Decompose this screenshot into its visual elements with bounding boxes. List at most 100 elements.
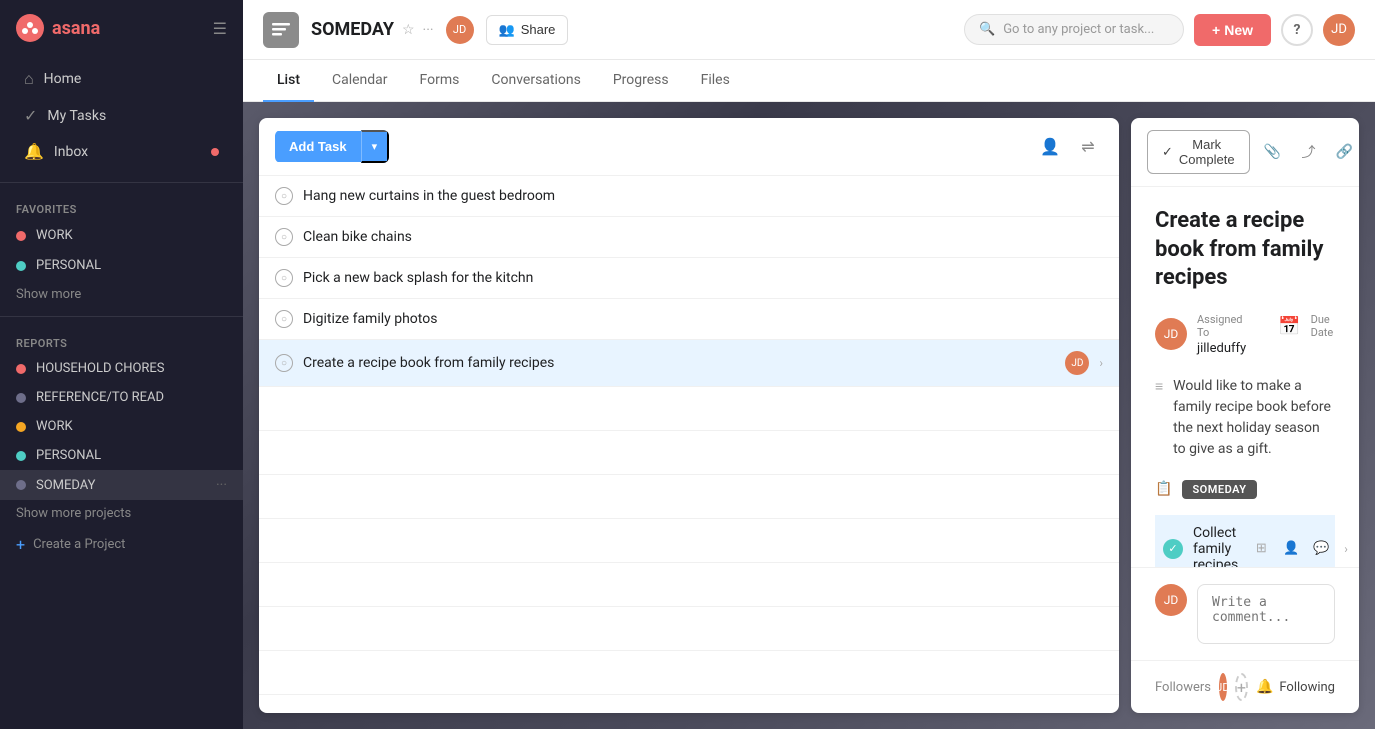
sidebar-inbox-label: Inbox bbox=[54, 144, 88, 160]
due-date-meta: 📅 Due Date bbox=[1278, 313, 1335, 341]
topbar-right: 🔍 Go to any project or task... + New ? J… bbox=[964, 14, 1355, 46]
sidebar-item-home[interactable]: ⌂ Home bbox=[8, 61, 235, 97]
create-project-plus-icon: + bbox=[16, 535, 25, 554]
asana-logo[interactable]: asana bbox=[16, 14, 100, 42]
task-expand-icon-5[interactable]: › bbox=[1099, 356, 1103, 370]
show-more-projects-link[interactable]: Show more projects bbox=[0, 500, 243, 527]
task-row-2[interactable]: ○ Clean bike chains bbox=[259, 217, 1119, 258]
user-avatar[interactable]: JD bbox=[1323, 14, 1355, 46]
add-task-main-button[interactable]: Add Task bbox=[275, 131, 361, 162]
task-row-3[interactable]: ○ Pick a new back splash for the kitchn bbox=[259, 258, 1119, 299]
search-bar[interactable]: 🔍 Go to any project or task... bbox=[964, 14, 1184, 45]
sidebar-header: asana ☰ bbox=[0, 0, 243, 56]
tab-list[interactable]: List bbox=[263, 60, 314, 102]
add-follower-button[interactable]: + bbox=[1235, 673, 1248, 701]
task-name-5: Create a recipe book from family recipes bbox=[303, 355, 1055, 371]
task-name-2: Clean bike chains bbox=[303, 229, 1103, 245]
task-row-4[interactable]: ○ Digitize family photos bbox=[259, 299, 1119, 340]
subtask-icon-button[interactable]: ⤴ bbox=[1294, 137, 1324, 167]
reports-section-title: Reports bbox=[0, 325, 243, 354]
add-task-label: Add Task bbox=[289, 139, 347, 154]
tab-forms[interactable]: Forms bbox=[406, 60, 474, 102]
subtask-comment-icon-1[interactable]: 💬 bbox=[1308, 536, 1334, 562]
task-row-5[interactable]: ○ Create a recipe book from family recip… bbox=[259, 340, 1119, 387]
task-name-1: Hang new curtains in the guest bedroom bbox=[303, 188, 1103, 204]
new-label: New bbox=[1224, 22, 1253, 38]
task-row-1[interactable]: ○ Hang new curtains in the guest bedroom bbox=[259, 176, 1119, 217]
add-task-button[interactable]: Add Task ▾ bbox=[275, 130, 389, 163]
sidebar-toggle-button[interactable]: ☰ bbox=[213, 19, 227, 38]
sidebar-item-personal2[interactable]: PERSONAL bbox=[0, 441, 243, 470]
assign-icon-button[interactable]: 👤 bbox=[1035, 132, 1065, 162]
tab-progress[interactable]: Progress bbox=[599, 60, 683, 102]
share-people-icon: 👥 bbox=[499, 22, 515, 38]
detail-toolbar: ✓ Mark Complete 📎 ⤴ 🔗 👍 ··· ✕ bbox=[1131, 118, 1359, 187]
assignee-text: Assigned To jilleduffy bbox=[1197, 313, 1246, 356]
bell-icon: 🔔 bbox=[1256, 679, 1273, 695]
sidebar-item-mytasks[interactable]: ✓ My Tasks bbox=[8, 98, 235, 133]
assignee-avatar[interactable]: JD bbox=[1155, 318, 1187, 350]
description-text: Would like to make a family recipe book … bbox=[1173, 376, 1335, 460]
task-empty-row-3 bbox=[259, 475, 1119, 519]
calendar-icon: 📅 bbox=[1278, 316, 1300, 337]
task-empty-row-7 bbox=[259, 651, 1119, 695]
comment-input[interactable] bbox=[1197, 584, 1335, 644]
share-button[interactable]: 👥 Share bbox=[486, 15, 569, 45]
detail-project-tag: 📋 SOMEDAY bbox=[1155, 480, 1335, 499]
subtask-row-1[interactable]: ✓ Collect family recipes ⊞ 👤 💬 › bbox=[1155, 515, 1335, 567]
someday-dot bbox=[16, 480, 26, 490]
follower-avatar-1[interactable]: JD bbox=[1219, 673, 1227, 701]
following-button[interactable]: 🔔 Following bbox=[1256, 679, 1335, 695]
subtask-assign-icon-1[interactable]: 👤 bbox=[1278, 536, 1304, 562]
task-check-5[interactable]: ○ bbox=[275, 354, 293, 372]
task-empty-row-4 bbox=[259, 519, 1119, 563]
link-icon-button[interactable]: 🔗 bbox=[1330, 137, 1359, 167]
sidebar-item-personal[interactable]: PERSONAL bbox=[0, 251, 243, 280]
attachment-icon-button[interactable]: 📎 bbox=[1258, 137, 1288, 167]
task-check-2[interactable]: ○ bbox=[275, 228, 293, 246]
sidebar-mytasks-label: My Tasks bbox=[47, 108, 106, 124]
household-dot bbox=[16, 364, 26, 374]
project-more-icon[interactable]: ··· bbox=[423, 22, 434, 38]
following-label: Following bbox=[1279, 680, 1335, 695]
tab-files[interactable]: Files bbox=[687, 60, 744, 102]
sidebar-item-someday[interactable]: SOMEDAY ··· bbox=[0, 470, 243, 500]
show-more-link[interactable]: Show more bbox=[0, 281, 243, 308]
search-icon: 🔍 bbox=[979, 22, 995, 37]
task-name-4: Digitize family photos bbox=[303, 311, 1103, 327]
task-check-3[interactable]: ○ bbox=[275, 269, 293, 287]
tab-calendar[interactable]: Calendar bbox=[318, 60, 402, 102]
sidebar-item-reference[interactable]: REFERENCE/TO READ bbox=[0, 383, 243, 412]
subtask-expand-1[interactable]: › bbox=[1344, 542, 1348, 556]
create-project-button[interactable]: + Create a Project bbox=[0, 527, 243, 562]
task-name-3: Pick a new back splash for the kitchn bbox=[303, 270, 1103, 286]
subtask-check-1[interactable]: ✓ bbox=[1163, 539, 1183, 559]
inbox-notification-dot bbox=[211, 148, 219, 156]
mark-complete-button[interactable]: ✓ Mark Complete bbox=[1147, 130, 1250, 174]
tab-calendar-label: Calendar bbox=[332, 72, 388, 88]
asana-wordmark: asana bbox=[52, 18, 100, 39]
tab-conversations[interactable]: Conversations bbox=[477, 60, 594, 102]
subtask-copy-icon-1[interactable]: ⊞ bbox=[1248, 536, 1274, 562]
someday-more-icon[interactable]: ··· bbox=[216, 477, 227, 493]
filter-icon-button[interactable]: ⇌ bbox=[1073, 132, 1103, 162]
asana-logo-icon bbox=[16, 14, 44, 42]
work2-label: WORK bbox=[36, 419, 73, 434]
sidebar-divider-1 bbox=[0, 182, 243, 183]
sidebar-item-work2[interactable]: WORK bbox=[0, 412, 243, 441]
task-check-4[interactable]: ○ bbox=[275, 310, 293, 328]
task-check-1[interactable]: ○ bbox=[275, 187, 293, 205]
task-list-toolbar: Add Task ▾ 👤 ⇌ bbox=[259, 118, 1119, 176]
projects-list: HOUSEHOLD CHORES REFERENCE/TO READ WORK … bbox=[0, 354, 243, 500]
help-button[interactable]: ? bbox=[1281, 14, 1313, 46]
home-icon: ⌂ bbox=[24, 69, 34, 89]
sidebar-item-inbox[interactable]: 🔔 Inbox bbox=[8, 134, 235, 169]
add-task-dropdown-button[interactable]: ▾ bbox=[361, 130, 390, 163]
task-list-toolbar-right: 👤 ⇌ bbox=[1035, 132, 1103, 162]
search-placeholder: Go to any project or task... bbox=[1003, 22, 1154, 37]
task-empty-row-2 bbox=[259, 431, 1119, 475]
new-button[interactable]: + New bbox=[1194, 14, 1271, 46]
star-icon[interactable]: ☆ bbox=[402, 22, 415, 38]
sidebar-item-work[interactable]: WORK bbox=[0, 221, 243, 250]
sidebar-item-household[interactable]: HOUSEHOLD CHORES bbox=[0, 354, 243, 383]
